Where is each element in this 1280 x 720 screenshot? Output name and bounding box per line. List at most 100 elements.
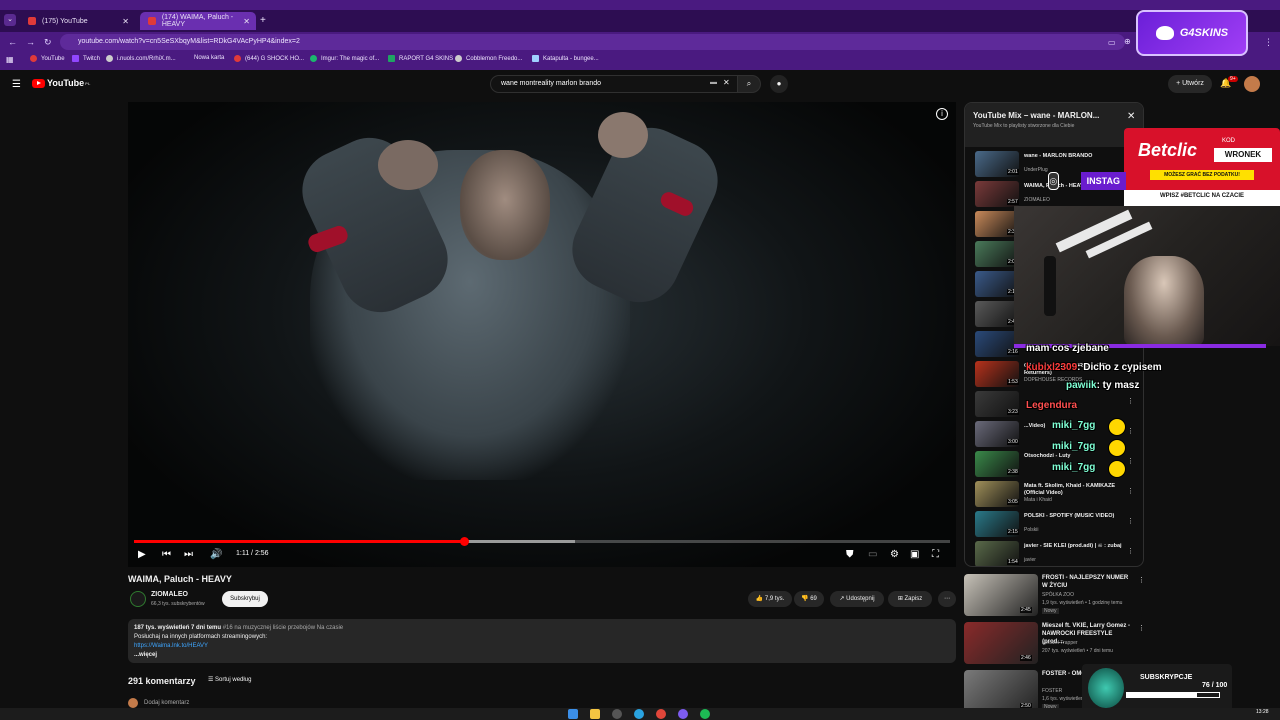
back-icon[interactable]: ← bbox=[8, 37, 17, 47]
zoom-icon[interactable]: ⊕ bbox=[1124, 37, 1131, 46]
chrome-icon[interactable] bbox=[656, 709, 666, 719]
miniplayer-icon[interactable]: ▣ bbox=[910, 549, 919, 560]
create-button[interactable]: + Utwórz bbox=[1168, 75, 1212, 93]
region-label: PL bbox=[85, 80, 91, 86]
bookmark-nowa-karta[interactable]: Nowa karta bbox=[194, 55, 224, 61]
recommended-author[interactable]: SPÓŁKA ZOO bbox=[1042, 592, 1074, 598]
recommended-author[interactable]: Mieszel Trapper bbox=[1042, 640, 1078, 646]
account-avatar[interactable] bbox=[1244, 76, 1260, 92]
more-options-icon[interactable]: ⋮ bbox=[1127, 547, 1134, 555]
chat-username: miki_7gg bbox=[1052, 462, 1096, 473]
search-input[interactable]: wane montreality marlon brando bbox=[490, 75, 738, 93]
save-button[interactable]: ⊞ Zapisz bbox=[888, 591, 932, 607]
apps-grid-icon[interactable]: ▦ bbox=[6, 55, 14, 64]
recommended-video[interactable]: 2:46 Mieszel ft. VKIE, Larry Gomez - NAWR… bbox=[964, 622, 1145, 668]
address-bar[interactable]: youtube.com/watch?v=cn5SeSXbqyM&list=RDk… bbox=[60, 34, 1125, 50]
sort-comments-button[interactable]: ☰ Sortuj według bbox=[208, 676, 251, 683]
show-more[interactable]: ...więcej bbox=[134, 651, 950, 660]
discord-icon[interactable] bbox=[678, 709, 688, 719]
shield-icon[interactable]: ⛊ bbox=[846, 549, 854, 560]
more-options-icon[interactable]: ⋮ bbox=[1127, 427, 1134, 435]
chart-rank[interactable]: #16 na muzycznej liście przebojów Na cza… bbox=[223, 625, 343, 631]
cast-icon[interactable]: ▭ bbox=[1108, 38, 1116, 47]
playlist-item-title[interactable]: Otsochodzi - Luty bbox=[1024, 453, 1124, 460]
voice-search-button[interactable]: ● bbox=[770, 75, 788, 93]
keyboard-icon[interactable]: ▬ bbox=[710, 79, 717, 86]
duration-badge: 2:16 bbox=[1007, 349, 1019, 355]
playlist-item[interactable]: 3:05 Mata ft. Skolim, Khaid - KAMIKAZE (O… bbox=[975, 481, 1143, 511]
betclic-promo: MOŻESZ GRAĆ BEZ PODATKU! bbox=[1150, 170, 1254, 180]
fullscreen-icon[interactable]: ⛶ bbox=[932, 549, 939, 560]
playlist-item-title[interactable]: POLSKI - SPOTIFY (MUSIC VIDEO) bbox=[1024, 513, 1124, 520]
hamburger-menu-icon[interactable]: ☰ bbox=[12, 79, 21, 90]
tab-youtube[interactable]: (175) YouTube ✕ bbox=[20, 12, 135, 30]
duration-badge: 2:46 bbox=[1020, 655, 1032, 661]
close-tab-icon[interactable]: ✕ bbox=[243, 17, 250, 26]
bookmark-imgur[interactable]: Imgur: The magic of... bbox=[310, 55, 379, 62]
bookmark-cobblemon[interactable]: Cobblemon Freedo... bbox=[455, 55, 522, 62]
bookmark-nuols[interactable]: i.nuols.com/RrhiX.m... bbox=[106, 55, 176, 62]
recommended-title[interactable]: FROSTI - NAJLEPSZY NUMER W ŻYCIU bbox=[1042, 574, 1134, 590]
channel-avatar[interactable] bbox=[130, 591, 146, 607]
add-comment-input[interactable]: Dodaj komentarz bbox=[128, 698, 189, 708]
windows-start-icon[interactable] bbox=[568, 709, 578, 719]
recommended-video[interactable]: 2:45 FROSTI - NAJLEPSZY NUMER W ŻYCIU SPÓŁ… bbox=[964, 574, 1145, 620]
info-icon[interactable]: i bbox=[936, 108, 948, 120]
search-button[interactable]: ⌕ bbox=[737, 75, 761, 93]
description-link[interactable]: https://Waima.lnk.to/HEAVY bbox=[134, 642, 950, 651]
channel-name[interactable]: ZIOMALEO bbox=[151, 591, 188, 598]
close-mix-icon[interactable]: ✕ bbox=[1127, 111, 1135, 122]
playlist-item-title[interactable]: wane - MARLON BRANDO bbox=[1024, 153, 1124, 160]
next-icon[interactable]: ⏭ bbox=[184, 549, 193, 560]
more-options-icon[interactable]: ⋮ bbox=[1127, 487, 1134, 495]
description-box[interactable]: 187 tys. wyświetleń 7 dni temu #16 na mu… bbox=[128, 619, 956, 663]
play-icon[interactable]: ▶ bbox=[138, 549, 146, 560]
youtube-logo[interactable]: YouTube PL bbox=[32, 78, 90, 88]
emote-smiley-icon bbox=[1108, 439, 1126, 457]
telegram-icon[interactable] bbox=[634, 709, 644, 719]
volume-icon[interactable]: 🔊 bbox=[210, 549, 222, 560]
playlist-item[interactable]: 2:15 POLSKI - SPOTIFY (MUSIC VIDEO) Polski… bbox=[975, 511, 1143, 541]
like-button[interactable]: 👍 7,9 tys. bbox=[748, 591, 792, 607]
share-button[interactable]: ↗ Udostępnij bbox=[830, 591, 884, 607]
duration-badge: 1:54 bbox=[1007, 559, 1019, 565]
scrubber-handle[interactable] bbox=[459, 537, 469, 546]
dislike-button[interactable]: 👎 69 bbox=[794, 591, 824, 607]
bookmark-twitch[interactable]: Twitch bbox=[72, 55, 100, 62]
bookmark-raport[interactable]: RAPORT G4 SKINS bbox=[388, 55, 453, 62]
more-options-icon[interactable]: ⋮ bbox=[1127, 457, 1134, 465]
chat-message: kubixl2309: Dicho z cypisem bbox=[1026, 362, 1162, 373]
spotify-icon[interactable] bbox=[700, 709, 710, 719]
more-options-icon[interactable]: ⋮ bbox=[1127, 517, 1134, 525]
bookmark-katapulta[interactable]: Katapulta - bungee... bbox=[532, 55, 599, 62]
file-explorer-icon[interactable] bbox=[590, 709, 600, 719]
settings-gear-icon[interactable]: ⚙ bbox=[890, 549, 899, 560]
more-actions-button[interactable]: ⋯ bbox=[938, 591, 956, 607]
tab-search-button[interactable]: ⌄ bbox=[4, 14, 16, 26]
clear-search-icon[interactable]: ✕ bbox=[723, 78, 730, 87]
recommended-author[interactable]: FOSTER bbox=[1042, 688, 1062, 694]
forward-icon[interactable]: → bbox=[26, 37, 35, 47]
close-tab-icon[interactable]: ✕ bbox=[122, 17, 129, 26]
recommended-meta: 207 tys. wyświetleń • 7 dni temu bbox=[1042, 648, 1113, 654]
video-player[interactable] bbox=[128, 102, 956, 567]
bookmark-youtube[interactable]: YouTube bbox=[30, 55, 65, 62]
new-tab-button[interactable]: + bbox=[260, 15, 266, 26]
previous-icon[interactable]: ⏮ bbox=[162, 549, 171, 560]
menu-dots-icon[interactable]: ⋮ bbox=[1264, 37, 1273, 48]
subscribe-button[interactable]: Subskrybuj bbox=[222, 591, 268, 607]
playlist-item[interactable]: 1:54 javier - SIE KLEI (prod.adi) | ☠ : z… bbox=[975, 541, 1143, 566]
mix-title[interactable]: YouTube Mix – wane - MARLON... bbox=[973, 111, 1099, 120]
playlist-item-title[interactable]: Mata ft. Skolim, Khaid - KAMIKAZE (Offic… bbox=[1024, 483, 1124, 497]
tab-waima[interactable]: (174) WAIMA, Paluch - HEAVY ✕ bbox=[140, 12, 256, 30]
more-options-icon[interactable]: ⋮ bbox=[1127, 397, 1134, 405]
bookmark-gshock[interactable]: (644) G SHOCK HO... bbox=[234, 55, 304, 62]
obs-icon[interactable] bbox=[612, 709, 622, 719]
reload-icon[interactable]: ↻ bbox=[44, 37, 52, 48]
playlist-item-title[interactable]: javier - SIE KLEI (prod.adi) | ☠ : zubaj bbox=[1024, 543, 1124, 550]
more-options-icon[interactable]: ⋮ bbox=[1138, 624, 1145, 632]
bookmark-label: Twitch bbox=[83, 55, 101, 62]
subtitles-icon[interactable]: ▭ bbox=[868, 549, 877, 560]
progress-bar[interactable] bbox=[134, 537, 950, 546]
more-options-icon[interactable]: ⋮ bbox=[1138, 576, 1145, 584]
